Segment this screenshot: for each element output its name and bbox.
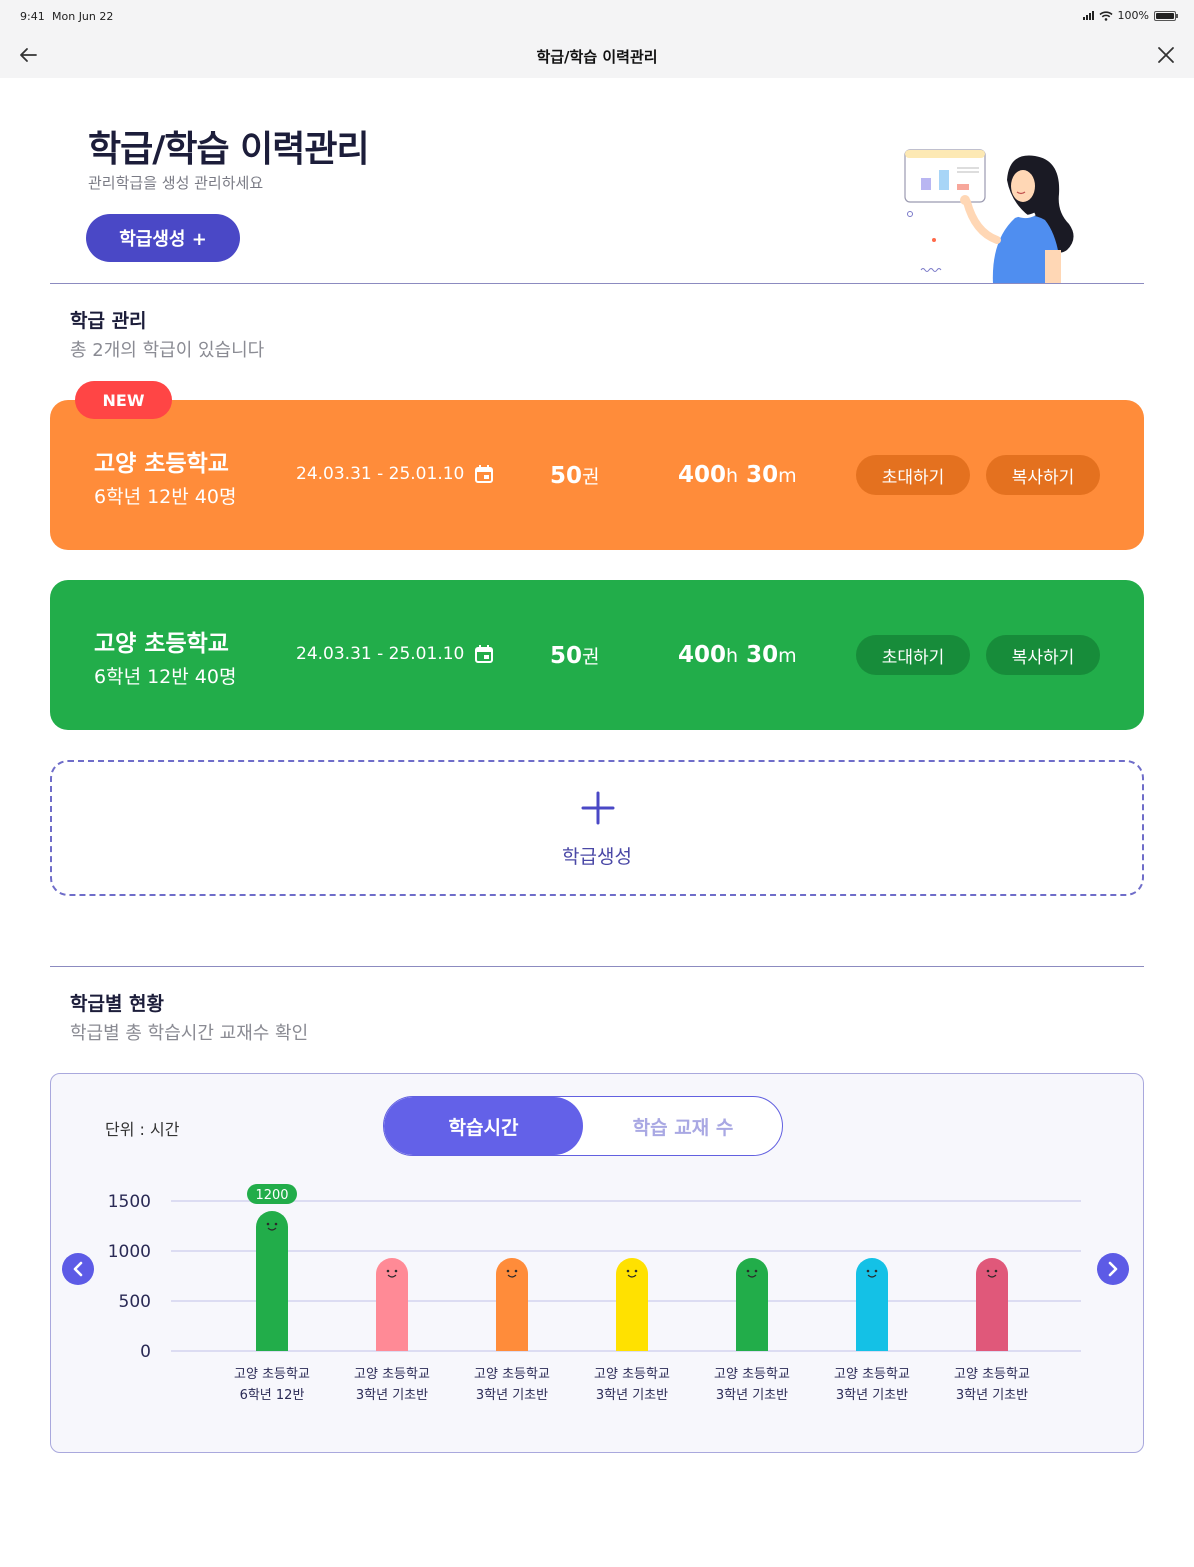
bar-face-eye [386,1269,390,1273]
class-books: 50권 [550,643,600,669]
class-dates: 24.03.31 - 25.01.10 [296,464,494,484]
bar [976,1258,1008,1351]
signal-icon [1082,11,1094,20]
bar-face-eye [754,1269,758,1273]
bar-face-eye [866,1269,870,1273]
status-indicators: 100% [1082,9,1178,22]
class-books: 50권 [550,463,600,489]
status-section-title: 학급별 현황 [70,993,165,1015]
status-bar: 9:41 Mon Jun 22 100% [0,0,1194,32]
calendar-icon[interactable] [474,644,494,664]
battery-icon [1154,10,1178,21]
battery-percent: 100% [1117,9,1149,22]
hero-divider [50,283,1144,284]
x-tick-label: 3학년 기초반 [476,1388,548,1403]
calendar-icon[interactable] [474,464,494,484]
data-label: 1200 [255,1188,288,1203]
copy-button[interactable]: 복사하기 [986,455,1100,495]
page-title: 학급/학습 이력관리 [88,129,370,170]
class-school: 고양 초등학교 [94,631,229,657]
bar-face-eye [274,1222,278,1226]
x-tick-label: 3학년 기초반 [596,1388,668,1403]
class-date-range: 24.03.31 - 25.01.10 [296,644,465,664]
page-subtitle: 관리학급을 생성 관리하세요 [88,174,264,192]
close-icon[interactable] [1154,43,1178,67]
bar-face-eye [994,1269,998,1273]
bar-face-eye [266,1222,270,1226]
teacher-illustration [904,149,1074,284]
bar-face-eye [986,1269,990,1273]
copy-button[interactable]: 복사하기 [986,635,1100,675]
class-study-time: 400h 30m [678,642,797,668]
class-school: 고양 초등학교 [94,451,229,477]
bar-face-eye [746,1269,750,1273]
chart-panel: 단위 : 시간 학습시간 학습 교재 수 0 500 1000 1500 1200 고양 … [50,1073,1144,1453]
bar-face-eye [634,1269,638,1273]
bar [616,1258,648,1351]
bar [736,1258,768,1351]
bar [376,1258,408,1351]
new-badge: NEW [75,381,172,419]
status-section-subtitle: 학급별 총 학습시간 교재수 확인 [70,1023,309,1044]
nav-bar: 학급/학습 이력관리 [0,32,1194,78]
wifi-icon [1099,10,1113,21]
x-tick-label: 3학년 기초반 [956,1388,1028,1403]
bar [856,1258,888,1351]
x-tick-label: 고양 초등학교 [834,1367,910,1382]
add-class-label: 학급생성 [562,846,632,868]
class-study-time: 400h 30m [678,462,797,488]
class-grade: 6학년 12반 40명 [94,486,237,508]
status-divider [50,966,1144,967]
x-tick-label: 6학년 12반 [240,1388,305,1403]
class-card[interactable]: 고양 초등학교 6학년 12반 40명 24.03.31 - 25.01.10 … [50,400,1144,550]
class-section-subtitle: 총 2개의 학급이 있습니다 [70,340,265,361]
x-tick-label: 고양 초등학교 [954,1367,1030,1382]
plus-icon [581,791,615,825]
bar-face-eye [874,1269,878,1273]
bar-face-eye [506,1269,510,1273]
y-tick-label: 1000 [108,1242,151,1262]
chart-prev-button[interactable] [62,1253,94,1285]
create-class-button[interactable]: 학급생성 + [86,214,240,262]
class-grade: 6학년 12반 40명 [94,666,237,688]
x-tick-label: 3학년 기초반 [716,1388,788,1403]
class-dates: 24.03.31 - 25.01.10 [296,644,494,664]
x-tick-label: 고양 초등학교 [714,1367,790,1382]
nav-title: 학급/학습 이력관리 [536,48,658,66]
x-tick-label: 3학년 기초반 [356,1388,428,1403]
class-date-range: 24.03.31 - 25.01.10 [296,464,465,484]
x-tick-label: 3학년 기초반 [836,1388,908,1403]
status-time: 9:41 [20,10,45,23]
status-date: Mon Jun 22 [52,10,114,23]
chart-next-button[interactable] [1097,1253,1129,1285]
bar-chart: 0 500 1000 1500 1200 고양 초등학교 6학년 12반 고양 초등학교 3학년… [62,1184,1129,1403]
x-tick-label: 고양 초등학교 [354,1367,430,1382]
x-tick-label: 고양 초등학교 [474,1367,550,1382]
y-tick-label: 500 [119,1292,151,1312]
bar [496,1258,528,1351]
y-tick-label: 0 [140,1342,151,1362]
bar-face-eye [514,1269,518,1273]
bar-face-eye [626,1269,630,1273]
y-tick-label: 1500 [108,1192,151,1212]
class-section-title: 학급 관리 [70,310,147,332]
x-tick-label: 고양 초등학교 [234,1367,310,1382]
bar-face-eye [394,1269,398,1273]
class-card[interactable]: 고양 초등학교 6학년 12반 40명 24.03.31 - 25.01.10 … [50,580,1144,730]
x-tick-label: 고양 초등학교 [594,1367,670,1382]
add-class-card[interactable]: 학급생성 [50,760,1144,896]
bar [256,1211,288,1351]
invite-button[interactable]: 초대하기 [856,635,970,675]
invite-button[interactable]: 초대하기 [856,455,970,495]
